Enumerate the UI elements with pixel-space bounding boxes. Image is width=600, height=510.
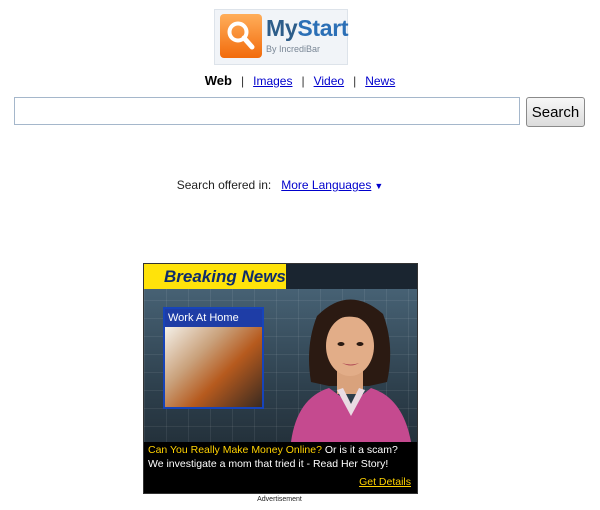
more-languages-link[interactable]: More Languages [281,178,371,192]
magnifier-icon [220,14,262,58]
banner-strip [286,264,417,289]
advertisement-label: Advertisement [257,496,302,503]
search-type-nav: Web | Images | Video | News [0,73,600,88]
get-details-link[interactable]: Get Details [359,476,411,490]
mystart-logo[interactable]: MyStart By IncrediBar [214,9,349,65]
tab-video[interactable]: Video [314,74,344,88]
news-anchor-image [291,299,411,442]
breaking-news-banner: Breaking News [144,264,286,289]
language-prefix: Search offered in: [176,178,272,192]
work-at-home-inset: Work At Home [163,307,264,409]
advertisement-banner[interactable]: Breaking News Work At Home Can You Reall… [143,263,418,494]
inset-photo [165,327,262,407]
tab-web[interactable]: Web [205,73,232,88]
tab-images[interactable]: Images [253,74,292,88]
inset-label: Work At Home [165,309,262,327]
logo-title: MyStart [266,15,349,41]
nav-separator: | [240,74,245,88]
nav-separator: | [353,74,357,88]
tab-news[interactable]: News [365,74,395,88]
search-input[interactable] [14,97,520,125]
search-button[interactable]: Search [526,97,585,127]
logo-subtitle: By IncrediBar [266,44,321,54]
caption-headline: Can You Really Make Money Online? [148,444,322,456]
language-row: Search offered in: More Languages ▼ [0,178,560,192]
ad-caption: Can You Really Make Money Online? Or is … [144,442,417,493]
nav-separator: | [301,74,305,88]
dropdown-arrow-icon[interactable]: ▼ [374,181,383,191]
